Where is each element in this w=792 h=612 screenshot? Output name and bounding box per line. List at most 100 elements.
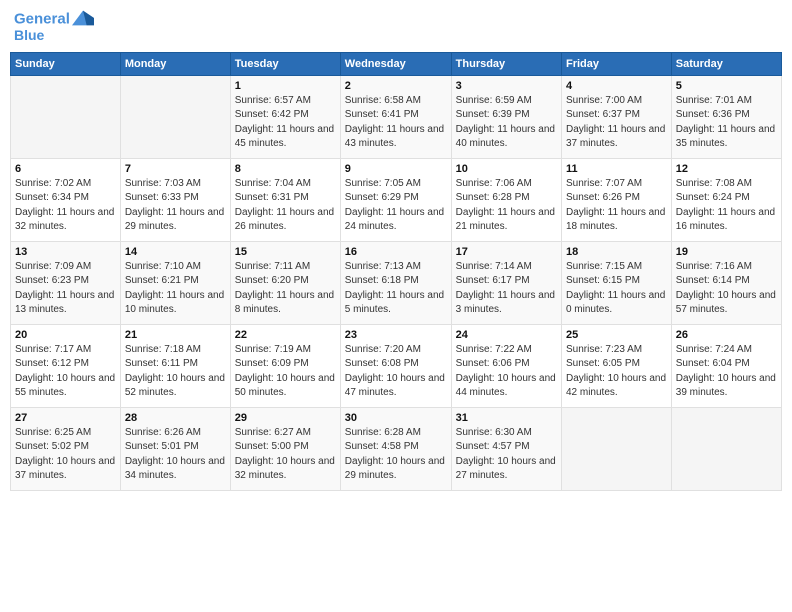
day-number: 18: [566, 246, 667, 258]
day-info: Sunrise: 7:13 AM Sunset: 6:18 PM Dayligh…: [345, 260, 447, 318]
day-info: Sunrise: 7:24 AM Sunset: 6:04 PM Dayligh…: [676, 343, 777, 401]
day-number: 30: [345, 412, 447, 424]
day-number: 29: [235, 412, 336, 424]
calendar-cell: 23 Sunrise: 7:20 AM Sunset: 6:08 PM Dayli…: [340, 324, 451, 407]
day-info: Sunrise: 7:04 AM Sunset: 6:31 PM Dayligh…: [235, 177, 336, 235]
logo: General Blue: [14, 10, 94, 44]
calendar-cell: 7 Sunrise: 7:03 AM Sunset: 6:33 PM Daylig…: [120, 158, 230, 241]
calendar-cell: 29 Sunrise: 6:27 AM Sunset: 5:00 PM Dayli…: [230, 407, 340, 490]
day-number: 11: [566, 163, 667, 175]
calendar-cell: 22 Sunrise: 7:19 AM Sunset: 6:09 PM Dayli…: [230, 324, 340, 407]
day-number: 12: [676, 163, 777, 175]
day-info: Sunrise: 7:01 AM Sunset: 6:36 PM Dayligh…: [676, 94, 777, 152]
day-info: Sunrise: 7:02 AM Sunset: 6:34 PM Dayligh…: [15, 177, 116, 235]
day-number: 16: [345, 246, 447, 258]
day-info: Sunrise: 7:15 AM Sunset: 6:15 PM Dayligh…: [566, 260, 667, 318]
day-number: 24: [456, 329, 557, 341]
day-info: Sunrise: 7:05 AM Sunset: 6:29 PM Dayligh…: [345, 177, 447, 235]
calendar-cell: 9Sunrise: 7:05 AM Sunset: 6:29 PM Daylig…: [340, 158, 451, 241]
day-info: Sunrise: 7:23 AM Sunset: 6:05 PM Dayligh…: [566, 343, 667, 401]
calendar-cell: 17 Sunrise: 7:14 AM Sunset: 6:17 PM Dayli…: [451, 241, 561, 324]
day-info: Sunrise: 7:09 AM Sunset: 6:23 PM Dayligh…: [15, 260, 116, 318]
weekday-header: Tuesday: [230, 52, 340, 75]
weekday-header: Saturday: [671, 52, 781, 75]
calendar-cell: 10 Sunrise: 7:06 AM Sunset: 6:28 PM Dayli…: [451, 158, 561, 241]
day-number: 5: [676, 80, 777, 92]
day-info: Sunrise: 7:07 AM Sunset: 6:26 PM Dayligh…: [566, 177, 667, 235]
day-number: 8: [235, 163, 336, 175]
calendar-cell: 20Sunrise: 7:17 AM Sunset: 6:12 PM Dayli…: [11, 324, 121, 407]
day-number: 19: [676, 246, 777, 258]
day-number: 25: [566, 329, 667, 341]
day-info: Sunrise: 7:16 AM Sunset: 6:14 PM Dayligh…: [676, 260, 777, 318]
day-info: Sunrise: 6:30 AM Sunset: 4:57 PM Dayligh…: [456, 426, 557, 484]
day-info: Sunrise: 7:14 AM Sunset: 6:17 PM Dayligh…: [456, 260, 557, 318]
calendar-table: SundayMondayTuesdayWednesdayThursdayFrid…: [10, 52, 782, 491]
day-number: 20: [15, 329, 116, 341]
day-number: 13: [15, 246, 116, 258]
weekday-header: Sunday: [11, 52, 121, 75]
calendar-cell: [120, 75, 230, 158]
day-number: 4: [566, 80, 667, 92]
day-info: Sunrise: 6:26 AM Sunset: 5:01 PM Dayligh…: [125, 426, 226, 484]
calendar-cell: 3 Sunrise: 6:59 AM Sunset: 6:39 PM Daylig…: [451, 75, 561, 158]
calendar-week-row: 1 Sunrise: 6:57 AM Sunset: 6:42 PM Daylig…: [11, 75, 782, 158]
calendar-cell: 28 Sunrise: 6:26 AM Sunset: 5:01 PM Dayli…: [120, 407, 230, 490]
calendar-cell: 12 Sunrise: 7:08 AM Sunset: 6:24 PM Dayli…: [671, 158, 781, 241]
weekday-header: Wednesday: [340, 52, 451, 75]
day-number: 26: [676, 329, 777, 341]
day-info: Sunrise: 6:28 AM Sunset: 4:58 PM Dayligh…: [345, 426, 447, 484]
day-info: Sunrise: 7:19 AM Sunset: 6:09 PM Dayligh…: [235, 343, 336, 401]
day-info: Sunrise: 6:58 AM Sunset: 6:41 PM Dayligh…: [345, 94, 447, 152]
day-info: Sunrise: 7:06 AM Sunset: 6:28 PM Dayligh…: [456, 177, 557, 235]
day-info: Sunrise: 6:25 AM Sunset: 5:02 PM Dayligh…: [15, 426, 116, 484]
day-info: Sunrise: 6:59 AM Sunset: 6:39 PM Dayligh…: [456, 94, 557, 152]
day-number: 17: [456, 246, 557, 258]
calendar-cell: [671, 407, 781, 490]
day-info: Sunrise: 6:57 AM Sunset: 6:42 PM Dayligh…: [235, 94, 336, 152]
day-number: 7: [125, 163, 226, 175]
weekday-header-row: SundayMondayTuesdayWednesdayThursdayFrid…: [11, 52, 782, 75]
calendar-week-row: 27Sunrise: 6:25 AM Sunset: 5:02 PM Dayli…: [11, 407, 782, 490]
page-header: General Blue: [10, 10, 782, 44]
day-info: Sunrise: 7:08 AM Sunset: 6:24 PM Dayligh…: [676, 177, 777, 235]
day-number: 3: [456, 80, 557, 92]
calendar-week-row: 6 Sunrise: 7:02 AM Sunset: 6:34 PM Daylig…: [11, 158, 782, 241]
calendar-cell: 14Sunrise: 7:10 AM Sunset: 6:21 PM Dayli…: [120, 241, 230, 324]
day-info: Sunrise: 7:20 AM Sunset: 6:08 PM Dayligh…: [345, 343, 447, 401]
day-number: 2: [345, 80, 447, 92]
calendar-cell: 27Sunrise: 6:25 AM Sunset: 5:02 PM Dayli…: [11, 407, 121, 490]
day-number: 1: [235, 80, 336, 92]
calendar-cell: 26 Sunrise: 7:24 AM Sunset: 6:04 PM Dayli…: [671, 324, 781, 407]
calendar-cell: 30 Sunrise: 6:28 AM Sunset: 4:58 PM Dayli…: [340, 407, 451, 490]
day-number: 21: [125, 329, 226, 341]
calendar-cell: 21Sunrise: 7:18 AM Sunset: 6:11 PM Dayli…: [120, 324, 230, 407]
day-info: Sunrise: 7:11 AM Sunset: 6:20 PM Dayligh…: [235, 260, 336, 318]
day-number: 10: [456, 163, 557, 175]
day-number: 28: [125, 412, 226, 424]
calendar-cell: 19 Sunrise: 7:16 AM Sunset: 6:14 PM Dayli…: [671, 241, 781, 324]
calendar-cell: 2 Sunrise: 6:58 AM Sunset: 6:41 PM Daylig…: [340, 75, 451, 158]
day-number: 15: [235, 246, 336, 258]
day-number: 23: [345, 329, 447, 341]
day-info: Sunrise: 7:10 AM Sunset: 6:21 PM Dayligh…: [125, 260, 226, 318]
day-info: Sunrise: 7:00 AM Sunset: 6:37 PM Dayligh…: [566, 94, 667, 152]
day-info: Sunrise: 7:22 AM Sunset: 6:06 PM Dayligh…: [456, 343, 557, 401]
calendar-cell: 1 Sunrise: 6:57 AM Sunset: 6:42 PM Daylig…: [230, 75, 340, 158]
weekday-header: Monday: [120, 52, 230, 75]
calendar-cell: 25 Sunrise: 7:23 AM Sunset: 6:05 PM Dayli…: [561, 324, 671, 407]
calendar-week-row: 13 Sunrise: 7:09 AM Sunset: 6:23 PM Dayli…: [11, 241, 782, 324]
calendar-cell: 18 Sunrise: 7:15 AM Sunset: 6:15 PM Dayli…: [561, 241, 671, 324]
day-info: Sunrise: 7:03 AM Sunset: 6:33 PM Dayligh…: [125, 177, 226, 235]
day-info: Sunrise: 6:27 AM Sunset: 5:00 PM Dayligh…: [235, 426, 336, 484]
calendar-cell: 8 Sunrise: 7:04 AM Sunset: 6:31 PM Daylig…: [230, 158, 340, 241]
calendar-cell: 5 Sunrise: 7:01 AM Sunset: 6:36 PM Daylig…: [671, 75, 781, 158]
calendar-cell: 16 Sunrise: 7:13 AM Sunset: 6:18 PM Dayli…: [340, 241, 451, 324]
day-number: 22: [235, 329, 336, 341]
calendar-cell: 11 Sunrise: 7:07 AM Sunset: 6:26 PM Dayli…: [561, 158, 671, 241]
day-number: 31: [456, 412, 557, 424]
weekday-header: Thursday: [451, 52, 561, 75]
calendar-cell: 13 Sunrise: 7:09 AM Sunset: 6:23 PM Dayli…: [11, 241, 121, 324]
day-number: 6: [15, 163, 116, 175]
calendar-cell: 31 Sunrise: 6:30 AM Sunset: 4:57 PM Dayli…: [451, 407, 561, 490]
